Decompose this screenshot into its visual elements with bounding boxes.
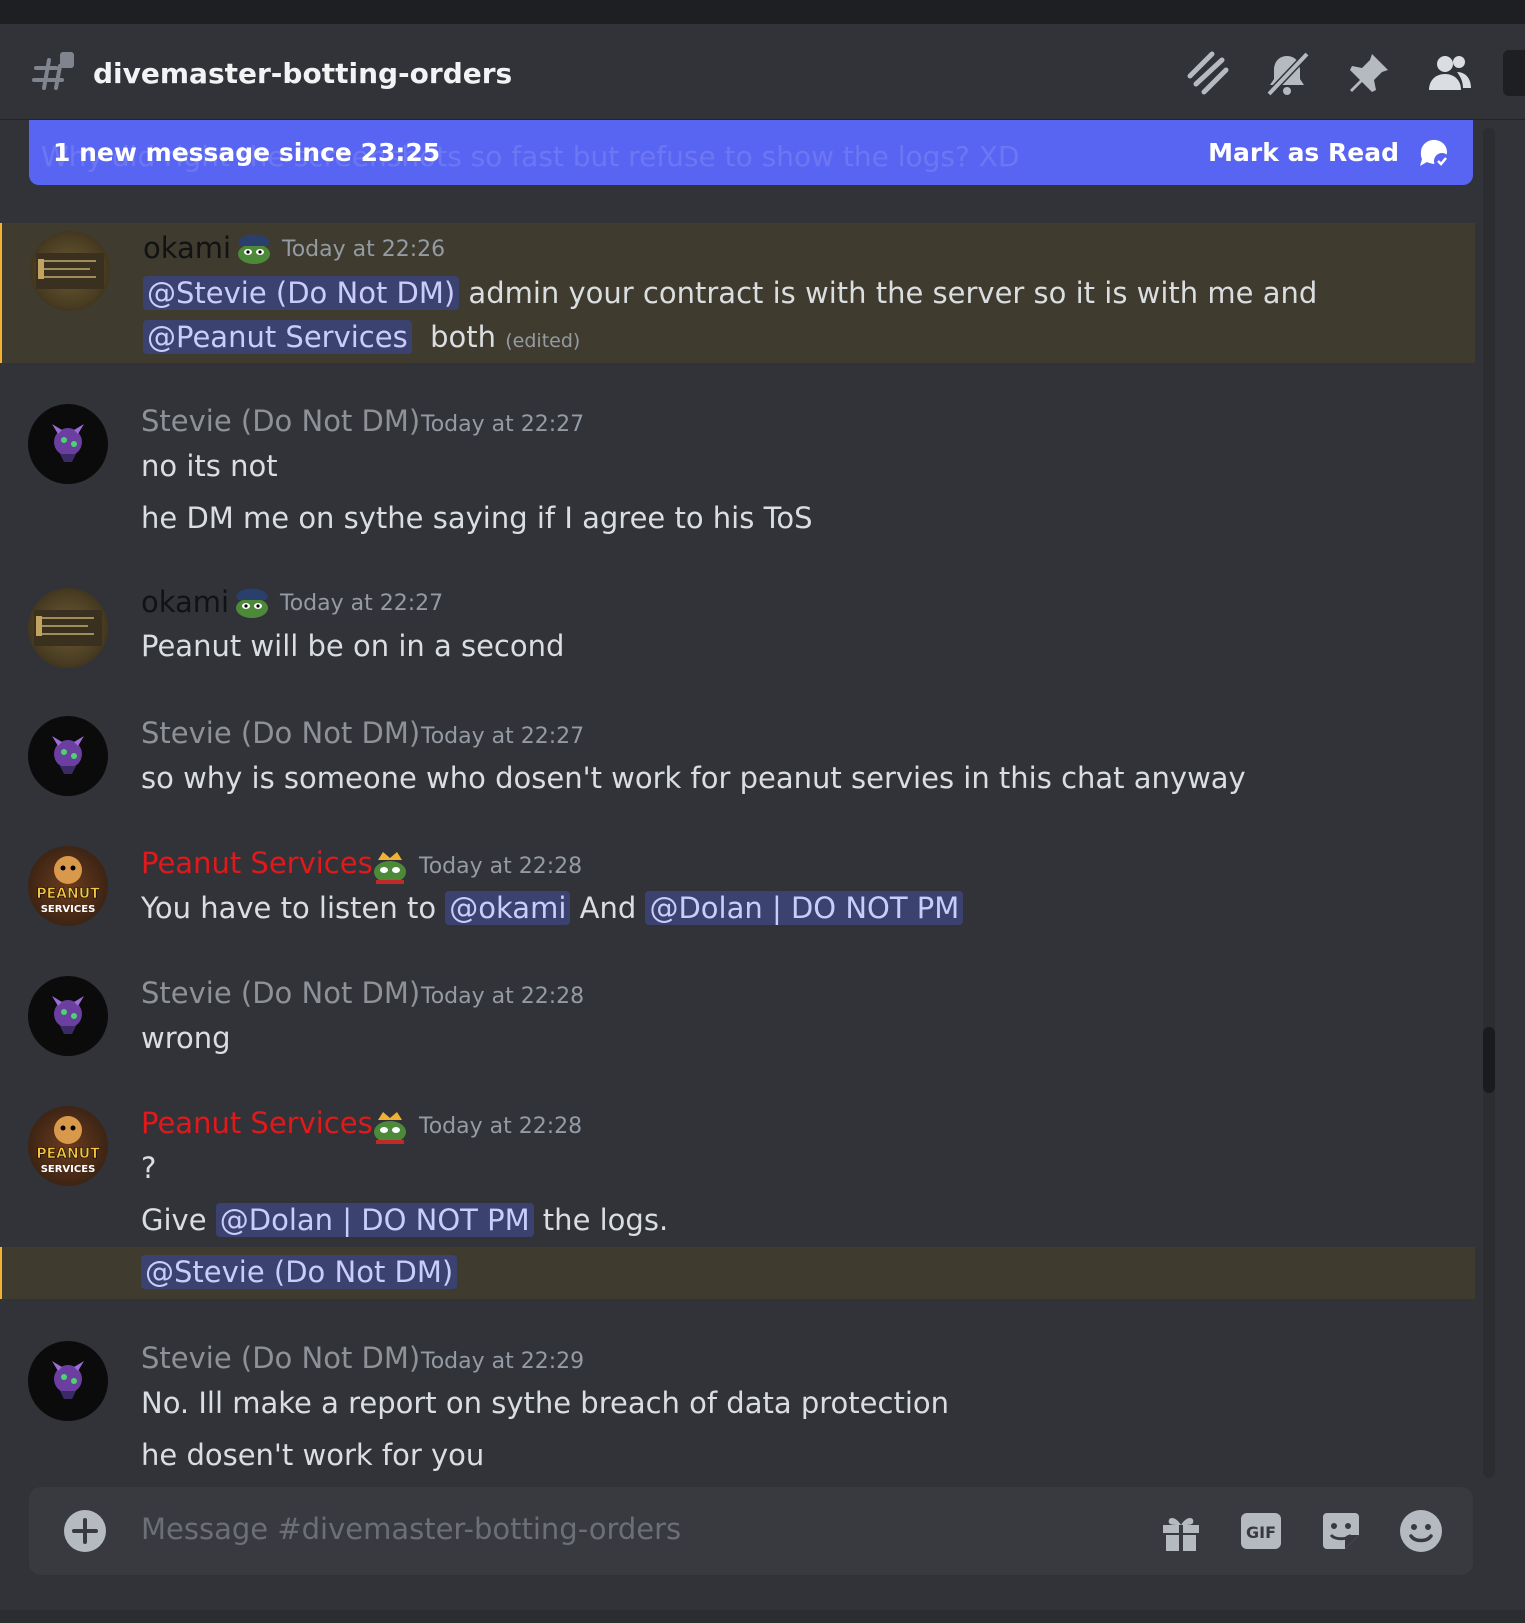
mark-as-read-button[interactable]: Mark as Read bbox=[1208, 138, 1399, 167]
members-icon[interactable] bbox=[1425, 50, 1473, 98]
mention-stevie[interactable]: @Stevie (Do Not DM) bbox=[143, 276, 460, 310]
message-stevie-2228: Stevie (Do Not DM) Today at 22:28 wrong bbox=[0, 976, 1473, 1066]
message-timestamp[interactable]: Today at 22:27 bbox=[421, 410, 584, 440]
message-line: he dosen't work for you bbox=[141, 1438, 485, 1472]
message-line: no its not bbox=[141, 449, 278, 483]
message-line: so why is someone who dosen't work for p… bbox=[141, 761, 1246, 795]
message-peanut-2228-b: PEANUT SERVICES Peanut Services Today at… bbox=[0, 1106, 1473, 1296]
search-bar[interactable] bbox=[1503, 50, 1525, 96]
mention-peanut-services[interactable]: @Peanut Services bbox=[143, 320, 412, 354]
pin-icon[interactable] bbox=[1344, 50, 1392, 98]
pepe-police-badge-icon bbox=[236, 588, 268, 618]
message-okami-2226: okami Today at 22:26 @Stevie (Do Not DM)… bbox=[0, 223, 1475, 363]
author-name[interactable]: okami bbox=[141, 585, 229, 619]
mute-bell-icon[interactable] bbox=[1263, 50, 1311, 98]
author-name[interactable]: Stevie (Do Not DM) bbox=[141, 404, 420, 438]
message-line: he DM me on sythe saying if I agree to h… bbox=[141, 501, 813, 535]
mention-dolan[interactable]: @Dolan | DO NOT PM bbox=[215, 1203, 534, 1237]
pepe-police-badge-icon bbox=[238, 234, 270, 264]
message-peanut-2228: PEANUT SERVICES Peanut Services Today at… bbox=[0, 846, 1473, 936]
channel-name: divemaster-botting-orders bbox=[93, 57, 513, 90]
message-line: @Peanut Services both (edited) bbox=[143, 317, 580, 361]
gif-icon[interactable]: GIF bbox=[1239, 1509, 1283, 1553]
edited-label: (edited) bbox=[505, 330, 581, 352]
peanut-services-avatar-image: PEANUT SERVICES bbox=[36, 1116, 100, 1175]
emoji-icon[interactable] bbox=[1399, 1509, 1443, 1553]
message-line: Give @Dolan | DO NOT PM the logs. bbox=[141, 1200, 668, 1240]
author-name[interactable]: Peanut Services bbox=[141, 1106, 373, 1140]
avatar-okami[interactable] bbox=[28, 588, 108, 668]
message-timestamp[interactable]: Today at 22:27 bbox=[421, 722, 584, 752]
window-bottom-strip bbox=[0, 1610, 1525, 1623]
message-input[interactable]: Message #divemaster-botting-orders bbox=[141, 1512, 681, 1546]
message-line: @Stevie (Do Not DM) admin your contract … bbox=[143, 273, 1317, 313]
author-name[interactable]: Stevie (Do Not DM) bbox=[141, 976, 420, 1010]
avatar-stevie[interactable] bbox=[28, 716, 108, 796]
message-timestamp[interactable]: Today at 22:28 bbox=[419, 1112, 582, 1142]
message-stevie-2227-b: Stevie (Do Not DM) Today at 22:27 so why… bbox=[0, 716, 1473, 806]
sticker-icon[interactable] bbox=[1319, 1509, 1363, 1553]
message-composer[interactable]: Message #divemaster-botting-orders GIF bbox=[29, 1487, 1473, 1575]
avatar-stevie[interactable] bbox=[28, 1341, 108, 1421]
threads-icon[interactable] bbox=[1182, 50, 1230, 98]
message-text: both bbox=[411, 320, 506, 354]
message-text: Give bbox=[141, 1203, 216, 1237]
author-name[interactable]: Peanut Services bbox=[141, 846, 373, 880]
stevie-avatar-image bbox=[52, 1361, 84, 1399]
okami-avatar-image bbox=[36, 253, 104, 289]
author-name[interactable]: Stevie (Do Not DM) bbox=[141, 716, 420, 750]
message-line: No. Ill make a report on sythe breach of… bbox=[141, 1386, 949, 1420]
text-channel-thread-icon bbox=[32, 52, 74, 90]
message-text: You have to listen to bbox=[141, 891, 446, 925]
mention-dolan[interactable]: @Dolan | DO NOT PM bbox=[645, 891, 964, 925]
peanut-services-avatar-image: PEANUT SERVICES bbox=[36, 856, 100, 915]
message-timestamp[interactable]: Today at 22:26 bbox=[282, 235, 445, 265]
pepe-king-badge-icon bbox=[374, 852, 406, 884]
message-timestamp[interactable]: Today at 22:28 bbox=[421, 982, 584, 1012]
new-messages-text: 1 new message since 23:25 bbox=[53, 138, 441, 167]
message-line: @Stevie (Do Not DM) bbox=[141, 1252, 458, 1292]
services-logo-text: SERVICES bbox=[41, 904, 96, 915]
avatar-peanut-services[interactable]: PEANUT SERVICES bbox=[28, 846, 108, 926]
peanut-logo-text: PEANUT bbox=[36, 886, 100, 902]
avatar-peanut-services[interactable]: PEANUT SERVICES bbox=[28, 1106, 108, 1186]
message-line: ? bbox=[141, 1151, 157, 1185]
message-okami-2227: okami Today at 22:27 Peanut will be on i… bbox=[0, 585, 1473, 670]
mention-okami[interactable]: @okami bbox=[445, 891, 571, 925]
add-attachment-icon[interactable] bbox=[63, 1509, 107, 1553]
message-line: wrong bbox=[141, 1021, 231, 1055]
pepe-king-badge-icon bbox=[374, 1112, 406, 1144]
message-line: You have to listen to @okami And @Dolan … bbox=[141, 888, 964, 928]
gift-icon[interactable] bbox=[1159, 1509, 1203, 1553]
message-line: Peanut will be on in a second bbox=[141, 629, 565, 663]
new-messages-banner[interactable]: Why did right the screenshots so fast bu… bbox=[29, 120, 1473, 185]
peanut-logo-text: PEANUT bbox=[36, 1146, 100, 1162]
message-text: And bbox=[570, 891, 646, 925]
message-timestamp[interactable]: Today at 22:27 bbox=[280, 589, 443, 619]
avatar-okami[interactable] bbox=[30, 231, 110, 311]
message-timestamp[interactable]: Today at 22:28 bbox=[419, 852, 582, 882]
avatar-stevie[interactable] bbox=[28, 404, 108, 484]
scrollbar-track[interactable] bbox=[1483, 128, 1495, 1478]
mark-read-icon[interactable] bbox=[1417, 136, 1451, 170]
gif-label: GIF bbox=[1246, 1523, 1276, 1542]
avatar-stevie[interactable] bbox=[28, 976, 108, 1056]
message-timestamp[interactable]: Today at 22:29 bbox=[421, 1347, 584, 1377]
services-logo-text: SERVICES bbox=[41, 1164, 96, 1175]
message-text: admin your contract is with the server s… bbox=[459, 276, 1318, 310]
message-stevie-2227: Stevie (Do Not DM) Today at 22:27 no its… bbox=[0, 404, 1473, 544]
stevie-avatar-image bbox=[52, 736, 84, 774]
author-name[interactable]: okami bbox=[143, 231, 231, 265]
window-top-strip bbox=[0, 0, 1525, 24]
author-name[interactable]: Stevie (Do Not DM) bbox=[141, 1341, 420, 1375]
stevie-avatar-image bbox=[52, 996, 84, 1034]
mention-stevie[interactable]: @Stevie (Do Not DM) bbox=[141, 1255, 458, 1289]
okami-avatar-image bbox=[34, 610, 102, 646]
scrollbar-thumb[interactable] bbox=[1483, 1027, 1495, 1093]
stevie-avatar-image bbox=[52, 424, 84, 462]
message-stevie-2229: Stevie (Do Not DM) Today at 22:29 No. Il… bbox=[0, 1341, 1473, 1481]
message-text: the logs. bbox=[533, 1203, 669, 1237]
